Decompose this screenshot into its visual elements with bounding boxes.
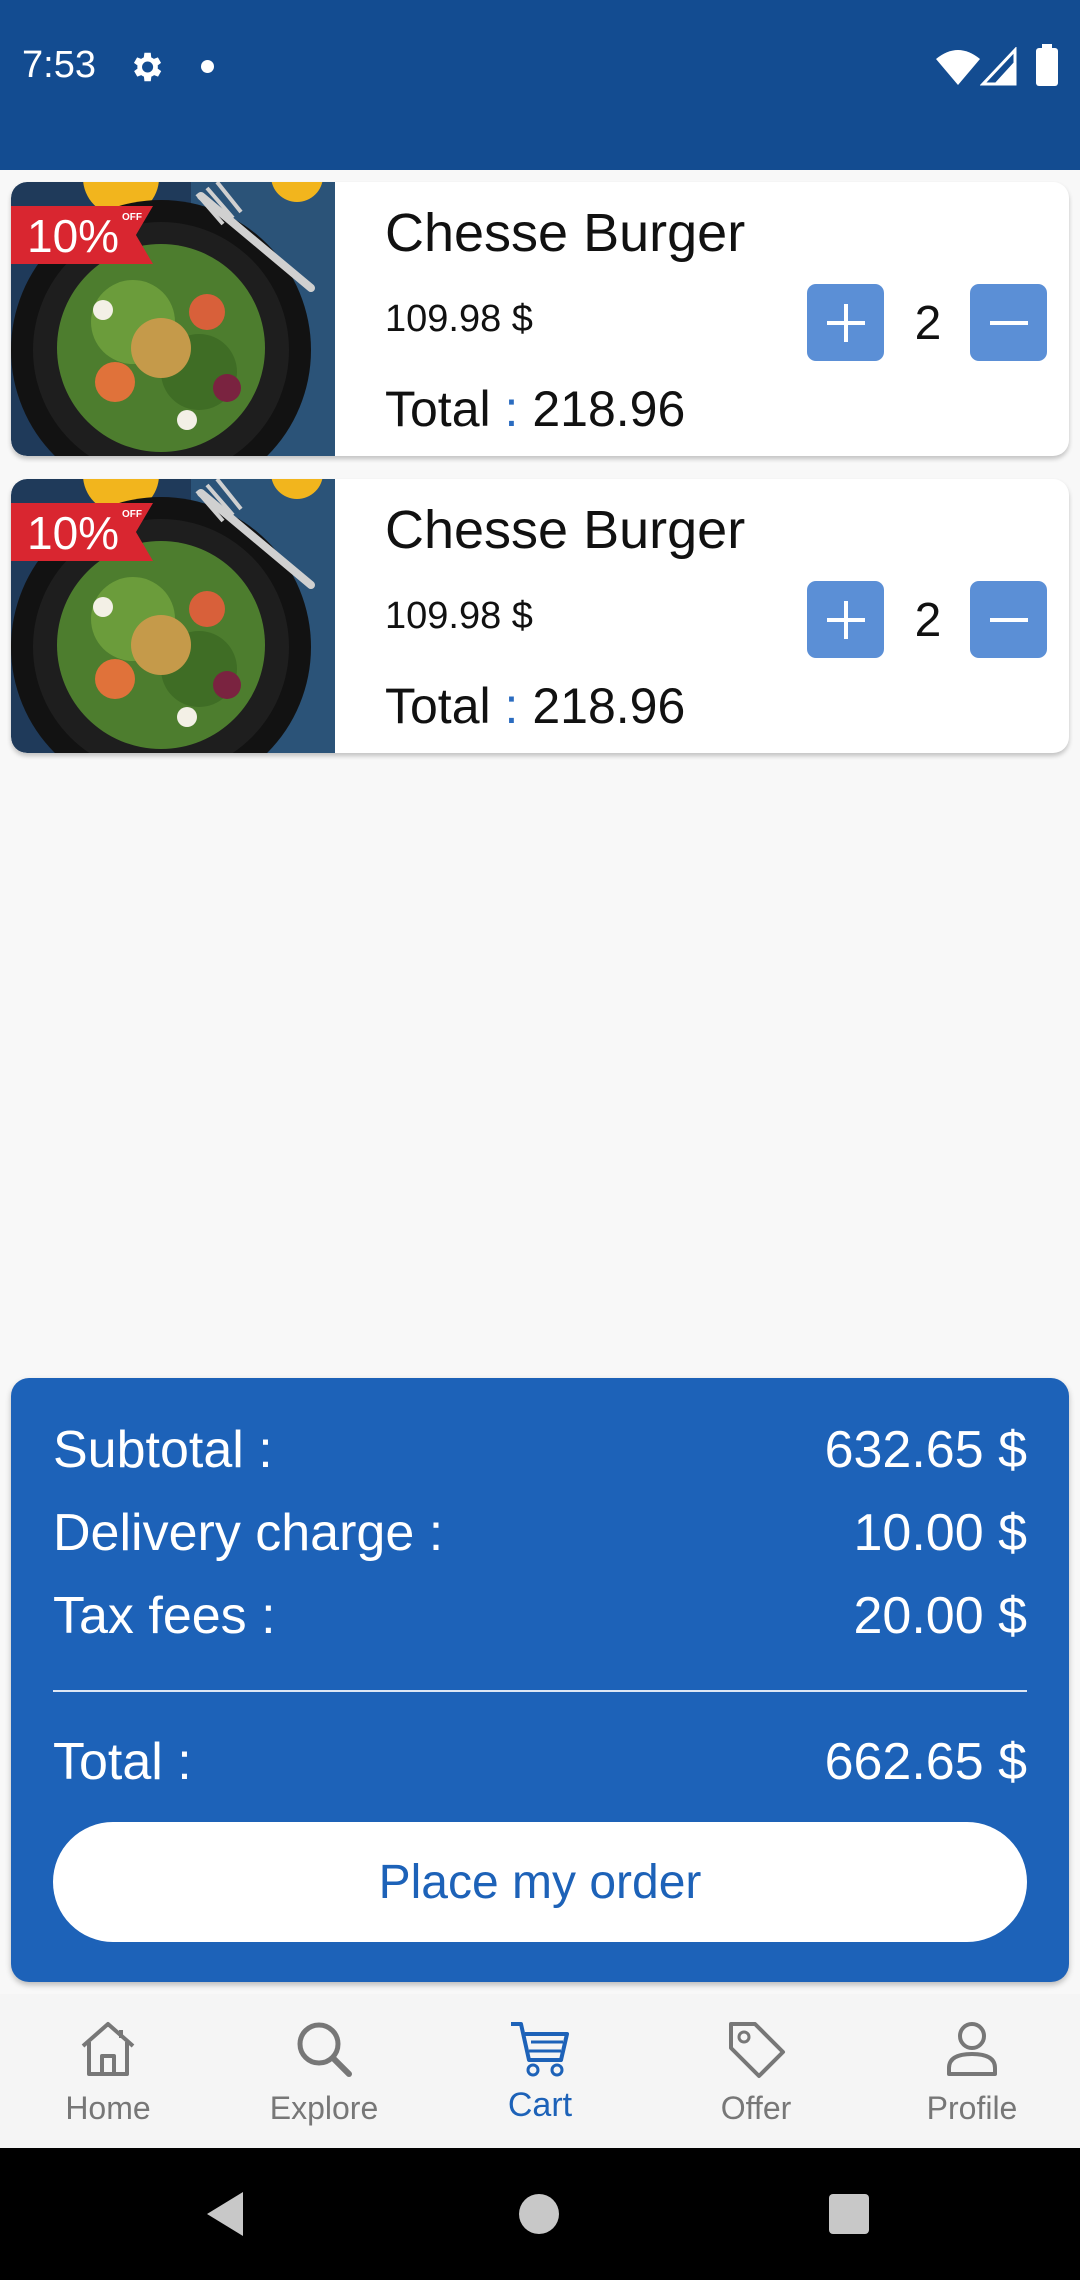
discount-badge: 10% OFF: [11, 503, 153, 561]
delivery-label: Delivery charge :: [53, 1504, 444, 1562]
nav-item-offer[interactable]: Offer: [648, 1994, 864, 2148]
tag-icon: [729, 2022, 785, 2078]
item-price: 109.98 $: [385, 595, 533, 637]
tax-label: Tax fees :: [53, 1587, 276, 1645]
system-navigation-bar: [0, 2148, 1080, 2280]
nav-label-profile: Profile: [926, 2090, 1018, 2126]
cart-icon: [511, 2022, 569, 2077]
item-total: Total : 218.96: [385, 380, 685, 438]
discount-tag: OFF: [122, 509, 142, 520]
increase-quantity-button[interactable]: [807, 581, 884, 658]
nav-label-cart: Cart: [507, 2086, 573, 2124]
item-total-separator: :: [504, 678, 519, 734]
home-circle-icon[interactable]: [519, 2194, 559, 2234]
item-price: 109.98 $: [385, 298, 533, 340]
increase-quantity-button[interactable]: [807, 284, 884, 361]
discount-badge: 10% OFF: [11, 206, 153, 264]
decrease-quantity-button[interactable]: [970, 581, 1047, 658]
discount-value: 10%: [27, 507, 120, 559]
discount-value: 10%: [27, 210, 120, 262]
nav-item-home[interactable]: Home: [0, 1994, 216, 2148]
nav-label-explore: Explore: [269, 2090, 379, 2126]
bottom-navigation: Home Explore Cart Offer Profile: [0, 1994, 1080, 2148]
tax-value: 20.00 $: [853, 1587, 1028, 1645]
nav-item-cart[interactable]: Cart: [432, 1994, 648, 2148]
place-order-button[interactable]: Place my order: [53, 1822, 1027, 1942]
total-label: Total :: [53, 1733, 192, 1791]
status-time: 7:53: [22, 44, 96, 86]
food-image: 10% OFF: [11, 182, 335, 456]
gear-icon: [133, 52, 162, 82]
subtotal-label: Subtotal :: [53, 1421, 273, 1479]
nav-label-home: Home: [65, 2090, 151, 2126]
minus-icon: [989, 320, 1028, 325]
decrease-quantity-button[interactable]: [970, 284, 1047, 361]
recents-square-icon[interactable]: [829, 2194, 869, 2234]
order-summary: Subtotal : 632.65 $ Delivery charge : 10…: [11, 1378, 1069, 1982]
plus-icon: [826, 600, 865, 639]
item-name: Chesse Burger: [385, 203, 746, 263]
wifi-icon: [936, 50, 980, 85]
signal-icon: [980, 47, 1017, 86]
item-total-label: Total: [385, 381, 491, 437]
notification-dot-icon: [201, 60, 214, 73]
cart-item-card[interactable]: 10% OFF Chesse Burger 109.98 $ Total : 2…: [11, 479, 1069, 753]
status-bar: 7:53: [0, 0, 1080, 170]
quantity-value: 2: [914, 594, 942, 647]
battery-icon: [1036, 44, 1058, 86]
item-total-value: 218.96: [532, 678, 686, 734]
subtotal-value: 632.65 $: [824, 1421, 1027, 1479]
item-name: Chesse Burger: [385, 500, 746, 560]
item-total-label: Total: [385, 678, 491, 734]
total-value: 662.65 $: [824, 1733, 1027, 1791]
summary-divider: [53, 1690, 1027, 1692]
discount-tag: OFF: [122, 212, 142, 223]
food-image: 10% OFF: [11, 479, 335, 753]
nav-item-explore[interactable]: Explore: [216, 1994, 432, 2148]
delivery-value: 10.00 $: [853, 1504, 1028, 1562]
search-icon: [297, 2022, 352, 2077]
nav-label-offer: Offer: [720, 2090, 792, 2126]
item-total-separator: :: [504, 381, 519, 437]
home-icon: [81, 2022, 135, 2076]
tax-row: Tax fees : 20.00 $: [53, 1586, 1027, 1650]
item-total: Total : 218.96: [385, 677, 685, 735]
profile-icon: [947, 2022, 997, 2076]
item-total-value: 218.96: [532, 381, 686, 437]
subtotal-row: Subtotal : 632.65 $: [53, 1420, 1027, 1484]
back-icon[interactable]: [205, 2190, 245, 2238]
plus-icon: [826, 303, 865, 342]
cart-item-card[interactable]: 10% OFF Chesse Burger 109.98 $ Total : 2…: [11, 182, 1069, 456]
nav-item-profile[interactable]: Profile: [864, 1994, 1080, 2148]
total-row: Total : 662.65 $: [53, 1732, 1027, 1796]
delivery-row: Delivery charge : 10.00 $: [53, 1503, 1027, 1567]
minus-icon: [989, 617, 1028, 622]
quantity-value: 2: [914, 297, 942, 350]
